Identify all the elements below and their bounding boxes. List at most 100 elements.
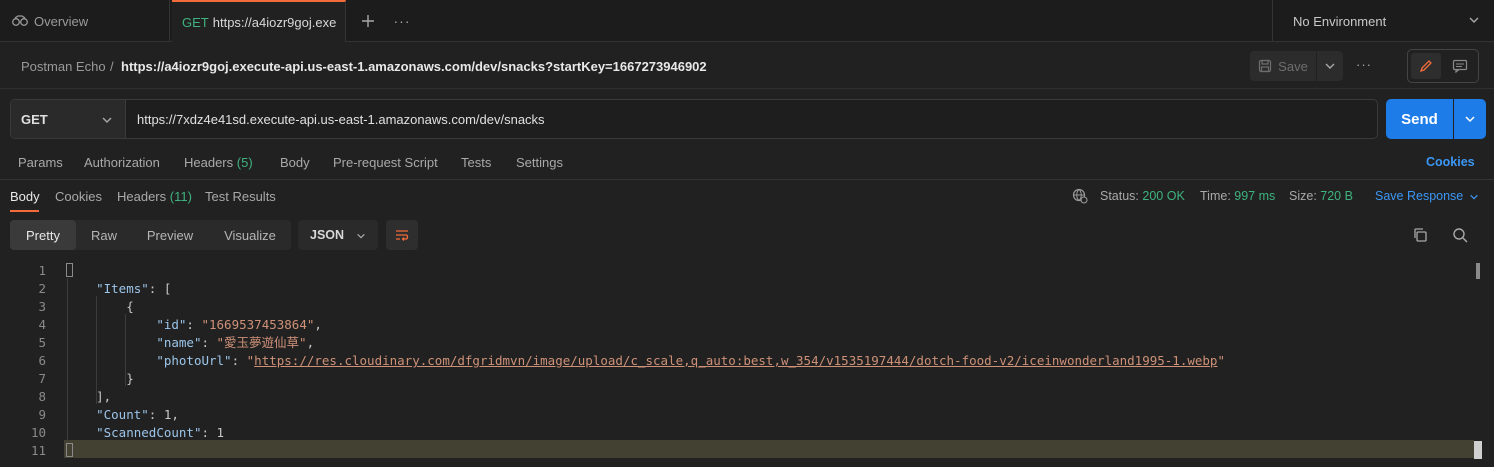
size-value[interactable]: 720 B <box>1320 189 1353 203</box>
code-text: ], <box>66 388 111 406</box>
environment-selector[interactable]: No Environment <box>1272 0 1494 42</box>
wrap-lines-button[interactable] <box>386 220 418 250</box>
line-number: 11 <box>30 443 46 458</box>
copy-icon[interactable] <box>1412 227 1428 243</box>
code-line: 2 "Items": [ <box>0 280 1470 298</box>
response-body-editor[interactable]: 1 2 "Items": [ 3 { 4 "id": "166953745386… <box>0 260 1494 467</box>
code-line: 9 "Count": 1, <box>0 406 1470 424</box>
tab-params[interactable]: Params <box>18 155 63 170</box>
send-button[interactable]: Send <box>1386 99 1453 139</box>
code-text: "name": "愛玉夢遊仙草", <box>156 335 315 350</box>
tabs-more-button[interactable]: ··· <box>392 0 412 42</box>
json-punct: } <box>126 371 134 386</box>
network-globe-icon[interactable] <box>1072 188 1088 204</box>
save-button[interactable]: Save <box>1250 51 1316 81</box>
line-number: 9 <box>38 407 46 422</box>
response-tab-body[interactable]: Body <box>10 189 40 204</box>
save-response-label: Save Response <box>1375 189 1464 203</box>
line-number: 10 <box>30 425 46 440</box>
status-value[interactable]: 200 OK <box>1142 189 1184 203</box>
response-tab-headers[interactable]: Headers (11) <box>117 189 192 204</box>
code-text: "id": "1669537453864", <box>156 317 322 332</box>
chevron-down-icon <box>357 233 365 239</box>
edit-mode-button[interactable] <box>1411 53 1441 79</box>
line-number: 7 <box>38 371 46 386</box>
chevron-down-icon <box>1469 17 1479 23</box>
tab-body[interactable]: Body <box>280 155 310 170</box>
request-more-button[interactable]: ··· <box>1356 57 1372 72</box>
url-input[interactable] <box>126 100 1376 138</box>
search-icon[interactable] <box>1452 227 1468 243</box>
json-punct: : [ <box>148 281 172 296</box>
code-text: "photoUrl": "https://res.cloudinary.com/… <box>156 353 1225 368</box>
comment-icon <box>1452 59 1468 73</box>
code-line: 7 } <box>0 370 1470 388</box>
time-label: Time: <box>1200 189 1231 203</box>
save-dropdown-button[interactable] <box>1317 51 1343 81</box>
response-tab-headers-count: (11) <box>169 189 192 204</box>
json-punct: ], <box>96 389 112 404</box>
response-tab-test-results[interactable]: Test Results <box>205 189 276 204</box>
json-string: "1669537453864" <box>201 317 315 332</box>
tab-request-active[interactable]: GET https://a4iozr9goj.exe <box>172 0 346 42</box>
status-readout: Status: 200 OK <box>1100 189 1185 203</box>
json-key: "photoUrl" <box>156 353 232 368</box>
line-number: 5 <box>38 335 46 350</box>
view-raw-button[interactable]: Raw <box>76 220 132 250</box>
format-select[interactable]: JSON <box>298 220 378 250</box>
tab-bar: Overview GET https://a4iozr9goj.exe ··· … <box>0 0 1494 42</box>
method-select[interactable]: GET <box>11 100 126 138</box>
save-label: Save <box>1278 58 1308 74</box>
response-tab-cookies[interactable]: Cookies <box>55 189 102 204</box>
breadcrumb-request-name[interactable]: https://a4iozr9goj.execute-api.us-east-1… <box>121 59 707 74</box>
tab-headers[interactable]: Headers (5) <box>184 155 253 170</box>
time-readout: Time: 997 ms <box>1200 189 1275 203</box>
more-icon: ··· <box>393 13 411 29</box>
comments-mode-button[interactable] <box>1445 53 1475 79</box>
tab-settings[interactable]: Settings <box>516 155 563 170</box>
breadcrumb-collection[interactable]: Postman Echo <box>21 59 106 74</box>
view-preview-button[interactable]: Preview <box>134 220 206 250</box>
view-visualize-button[interactable]: Visualize <box>210 220 290 250</box>
pencil-icon <box>1419 60 1432 73</box>
breadcrumb-separator: / <box>110 59 114 74</box>
editor-scrollbar[interactable] <box>1476 263 1480 279</box>
code-text: "Items": [ <box>66 280 171 298</box>
code-text <box>66 442 73 460</box>
tab-method-label: GET <box>182 14 209 30</box>
chevron-down-icon <box>1465 116 1475 123</box>
tab-overview[interactable]: Overview <box>0 0 170 42</box>
tab-headers-count: (5) <box>236 155 253 170</box>
method-label: GET <box>21 111 48 127</box>
send-dropdown-button[interactable] <box>1454 99 1486 139</box>
wrap-lines-icon <box>396 230 409 241</box>
time-value[interactable]: 997 ms <box>1234 189 1275 203</box>
request-tabs: Params Authorization Headers (5) Body Pr… <box>0 152 1494 176</box>
tab-request-label: https://a4iozr9goj.exe <box>212 14 337 30</box>
send-label: Send <box>1401 110 1438 128</box>
json-key: "ScannedCount" <box>96 425 202 440</box>
plus-icon <box>362 15 374 27</box>
photo-url-link[interactable]: https://res.cloudinary.com/dfgridmvn/ima… <box>254 353 1217 368</box>
save-response-button[interactable]: Save Response <box>1375 189 1479 203</box>
tab-headers-label: Headers <box>184 155 234 170</box>
overview-icon <box>12 15 28 26</box>
code-line: 4 "id": "1669537453864", <box>0 316 1470 334</box>
view-pretty-button[interactable]: Pretty <box>10 220 76 250</box>
tab-overview-label: Overview <box>34 13 89 29</box>
json-key: "Items" <box>96 281 149 296</box>
code-text: { <box>66 298 134 316</box>
tab-prerequest-script[interactable]: Pre-request Script <box>333 155 438 170</box>
code-line: 10 "ScannedCount": 1 <box>0 424 1470 442</box>
response-tabs: Body Cookies Headers (11) Test Results S… <box>0 180 1494 212</box>
json-quote: " <box>1217 353 1225 368</box>
tab-authorization[interactable]: Authorization <box>84 155 160 170</box>
cookies-link[interactable]: Cookies <box>1426 155 1475 169</box>
new-tab-button[interactable] <box>358 0 378 42</box>
tab-tests[interactable]: Tests <box>461 155 491 170</box>
line-number: 1 <box>38 263 46 278</box>
bracket-match <box>66 443 73 457</box>
code-text: } <box>66 370 134 388</box>
code-line: 3 { <box>0 298 1470 316</box>
line-number: 6 <box>38 353 46 368</box>
